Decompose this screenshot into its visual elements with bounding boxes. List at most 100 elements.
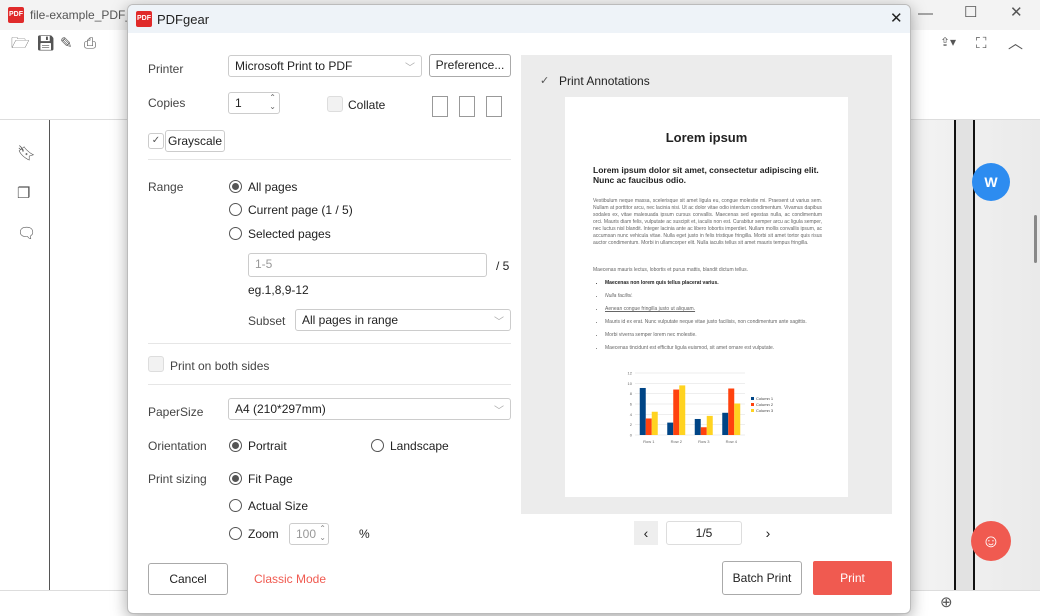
papersize-label: PaperSize [148,405,204,419]
doc-bullet: Maecenas non lorem quis tellus placerat … [605,280,822,287]
subset-value: All pages in range [302,313,399,327]
bar [667,422,674,435]
collate-label: Collate [348,98,386,112]
print-button[interactable]: Print [813,561,892,595]
divider [148,159,511,160]
page-range-input[interactable]: 1-5 [248,253,487,277]
pdf-to-word-icon[interactable]: W [972,163,1010,201]
cancel-button[interactable]: Cancel [148,563,228,595]
printer-select[interactable]: Microsoft Print to PDF ﹀ [228,55,422,77]
doc-bullet: Maecenas tincidunt est efficitur ligula … [605,345,822,352]
range-selected-label: Selected pages [248,227,331,241]
chevron-down-icon: ﹀ [494,317,504,328]
landscape-radio[interactable] [371,439,384,452]
legend-swatch [751,397,754,400]
zoom-in-icon[interactable]: ⊕ [940,595,953,610]
range-current-label: Current page (1 / 5) [248,203,353,217]
minimize-icon[interactable]: — [918,6,933,21]
bar [722,412,729,435]
save-as-icon[interactable]: ✎ [60,36,73,51]
open-folder-icon[interactable]: 🗁 [11,36,30,51]
y-tick-label: 4 [630,412,633,417]
pages-icon[interactable]: ❐ [17,186,30,201]
left-sidebar: 🔖︎ ❐ 🗨︎ ⌄ [0,120,50,616]
page-indicator[interactable]: 1/5 [666,521,742,545]
actual-size-label: Actual Size [248,499,309,513]
zoom-radio[interactable] [229,527,242,540]
papersize-value: A4 (210*297mm) [235,402,326,416]
range-selected-radio[interactable] [229,227,242,240]
batch-print-button[interactable]: Batch Print [722,561,802,595]
close-window-icon[interactable]: ✕ [1010,5,1023,20]
classic-mode-link[interactable]: Classic Mode [254,572,326,586]
total-pages: / 5 [496,259,510,273]
close-dialog-icon[interactable]: ✕ [890,9,903,27]
dialog-title: PDFgear [157,12,210,27]
zoom-unit: % [359,527,370,541]
collate-pages-icon [432,91,512,119]
preferences-button[interactable]: Preference... [429,54,511,77]
print-dialog: PDF PDFgear ✕ Printer Microsoft Print to… [127,4,911,614]
bar [734,403,741,435]
bar [679,385,686,435]
doc-bullet: Morbi viverra semper lorem nec molestie. [605,332,822,339]
orientation-label: Orientation [148,439,207,453]
doc-paragraph: Vestibulum neque massa, scelerisque sit … [593,198,822,246]
page-edge [955,120,975,590]
divider [148,343,511,344]
portrait-label: Portrait [248,439,287,453]
save-icon[interactable]: 💾︎ [36,36,55,51]
range-current-radio[interactable] [229,203,242,216]
next-page-button[interactable]: › [756,521,780,545]
doc-paragraph: Maecenas mauris lectus, lobortis et puru… [593,267,749,273]
actual-size-radio[interactable] [229,499,242,512]
grayscale-label[interactable]: Grayscale [165,130,226,152]
fit-page-radio[interactable] [229,472,242,485]
collate-checkbox[interactable] [327,96,343,112]
divider [148,384,511,385]
annotations-label: Print Annotations [559,74,650,88]
chevron-down-icon: ﹀ [494,406,504,417]
page-border [954,120,956,590]
print-icon[interactable]: ⎙ [84,36,96,51]
fullscreen-icon[interactable]: ⛶ [976,36,987,51]
fit-page-label: Fit Page [248,472,293,486]
y-tick-label: 12 [628,371,633,376]
printer-label: Printer [148,62,184,76]
bookmark-icon[interactable]: 🔖︎ [17,146,36,161]
share-icon[interactable]: ⇪▾ [940,36,956,48]
doc-bullet: Aenean congue fringilla justo ut aliquam… [605,306,822,313]
zoom-label: Zoom [248,527,279,541]
comment-icon[interactable]: 🗨︎ [17,226,36,241]
grayscale-checkbox[interactable]: ✓ [148,133,164,149]
zoom-input[interactable]: 100 ⌃ ⌄ [289,523,329,545]
portrait-radio[interactable] [229,439,242,452]
papersize-select[interactable]: A4 (210*297mm) ﹀ [228,398,511,420]
both-sides-label: Print on both sides [170,359,270,373]
maximize-icon[interactable]: ☐ [964,5,977,20]
bar [673,389,680,435]
range-all-radio[interactable] [229,180,242,193]
copies-stepper[interactable]: 1 ⌃ ⌄ [228,92,280,114]
doc-bullet: Nulla facilisi. [605,293,822,300]
scrollbar-thumb[interactable] [1034,215,1037,263]
x-tick-label: Row 3 [698,439,710,444]
stepper-arrows-icon[interactable]: ⌃ ⌄ [269,93,276,111]
bar [694,418,701,435]
pdfgear-logo-icon: PDF [136,11,152,27]
landscape-label: Landscape [390,439,449,453]
preview-page: Lorem ipsum Lorem ipsum dolor sit amet, … [565,97,848,497]
stepper-arrows-icon[interactable]: ⌃ ⌄ [319,524,326,542]
annotations-checkbox[interactable]: ✓ [540,74,549,87]
y-tick-label: 10 [628,381,633,386]
subset-select[interactable]: All pages in range ﹀ [295,309,511,331]
prev-page-button[interactable]: ‹ [634,521,658,545]
legend-label: Column 1 [756,396,774,401]
subset-label: Subset [248,314,286,328]
ai-robot-icon[interactable]: ☺ [971,521,1011,561]
doc-bar-chart: 024681012Row 1 Row 2 Row 3 Row 4Column 1Col… [628,371,774,445]
x-tick-label: Row 1 [643,439,655,444]
collapse-icon[interactable]: ︿ [1008,36,1023,51]
both-sides-checkbox[interactable] [148,356,164,372]
legend-swatch [751,403,754,406]
